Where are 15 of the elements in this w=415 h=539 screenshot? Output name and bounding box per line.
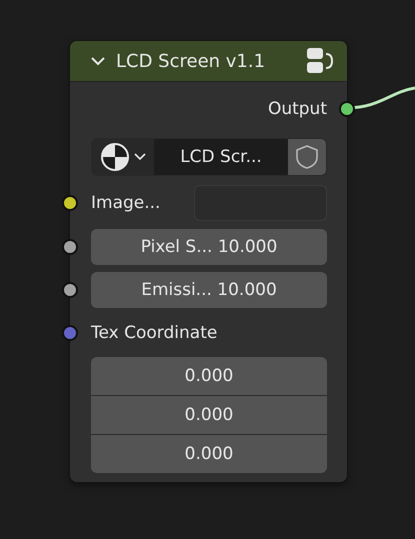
vector-component-field[interactable]: 0.000 [91, 357, 327, 395]
vector-component-field[interactable]: 0.000 [91, 396, 327, 434]
node-group-icon[interactable] [305, 46, 335, 76]
node-header[interactable]: LCD Screen v1.1 [70, 41, 347, 82]
socket-label: Tex Coordinate [91, 323, 218, 343]
input-socket[interactable] [62, 239, 78, 255]
vector-component-field[interactable]: 0.000 [91, 435, 327, 473]
chevron-icon[interactable] [90, 55, 106, 67]
socket-label: Image... [91, 193, 162, 213]
node-title: LCD Screen v1.1 [116, 50, 266, 72]
socket-label: Output [268, 99, 327, 119]
output-socket[interactable] [339, 101, 355, 117]
input-socket[interactable] [62, 282, 78, 298]
input-socket[interactable] [62, 325, 78, 341]
input-socket[interactable] [62, 195, 78, 211]
